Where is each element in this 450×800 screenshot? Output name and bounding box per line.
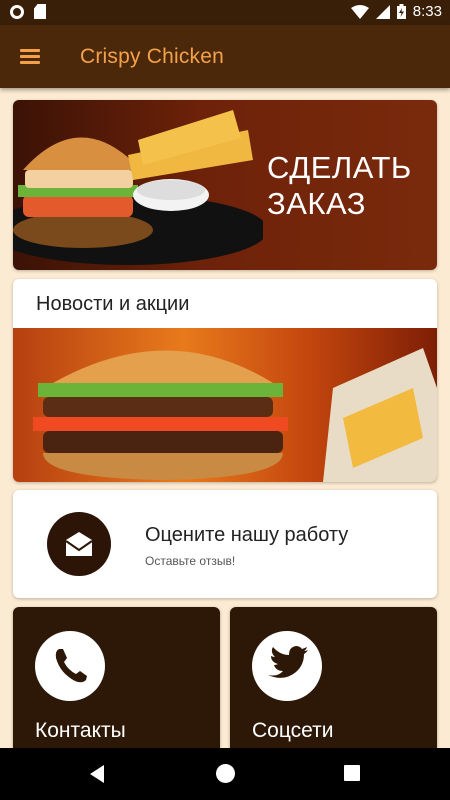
news-burger-image bbox=[13, 328, 437, 482]
recent-apps-icon[interactable] bbox=[344, 765, 360, 781]
make-order-card[interactable]: СДЕЛАТЬ ЗАКАЗ bbox=[13, 100, 437, 270]
app-bar: Crispy Chicken bbox=[0, 25, 450, 88]
sd-card-icon bbox=[34, 4, 46, 19]
news-promotions-card[interactable]: Новости и акции bbox=[13, 279, 437, 482]
rate-us-subtitle: Оставьте отзыв! bbox=[145, 554, 236, 568]
contacts-label: Контакты bbox=[35, 719, 126, 742]
twitter-bird-icon bbox=[252, 631, 322, 701]
battery-icon bbox=[396, 4, 406, 19]
status-time: 8:33 bbox=[412, 3, 442, 20]
rate-us-card[interactable]: Оцените нашу работу Оставьте отзыв! bbox=[13, 490, 437, 598]
notification-circle-icon bbox=[10, 4, 24, 19]
make-order-text: СДЕЛАТЬ ЗАКАЗ bbox=[267, 150, 412, 221]
app-title: Crispy Chicken bbox=[80, 45, 225, 68]
social-label: Соцсети bbox=[252, 719, 334, 742]
cellular-signal-icon bbox=[375, 4, 390, 19]
hamburger-menu-icon[interactable] bbox=[18, 46, 42, 66]
contacts-tile[interactable]: Контакты bbox=[13, 607, 220, 757]
phone-icon bbox=[35, 631, 105, 701]
system-nav-bar bbox=[0, 748, 450, 800]
wifi-icon bbox=[350, 4, 369, 19]
home-icon[interactable] bbox=[216, 764, 235, 783]
back-icon[interactable] bbox=[90, 765, 104, 783]
envelope-icon bbox=[47, 512, 111, 576]
social-tile[interactable]: Соцсети bbox=[230, 607, 437, 757]
news-title: Новости и акции bbox=[36, 293, 190, 315]
rate-us-title: Оцените нашу работу bbox=[145, 524, 349, 546]
burger-fries-image bbox=[13, 110, 263, 265]
status-bar: 8:33 bbox=[0, 0, 450, 25]
